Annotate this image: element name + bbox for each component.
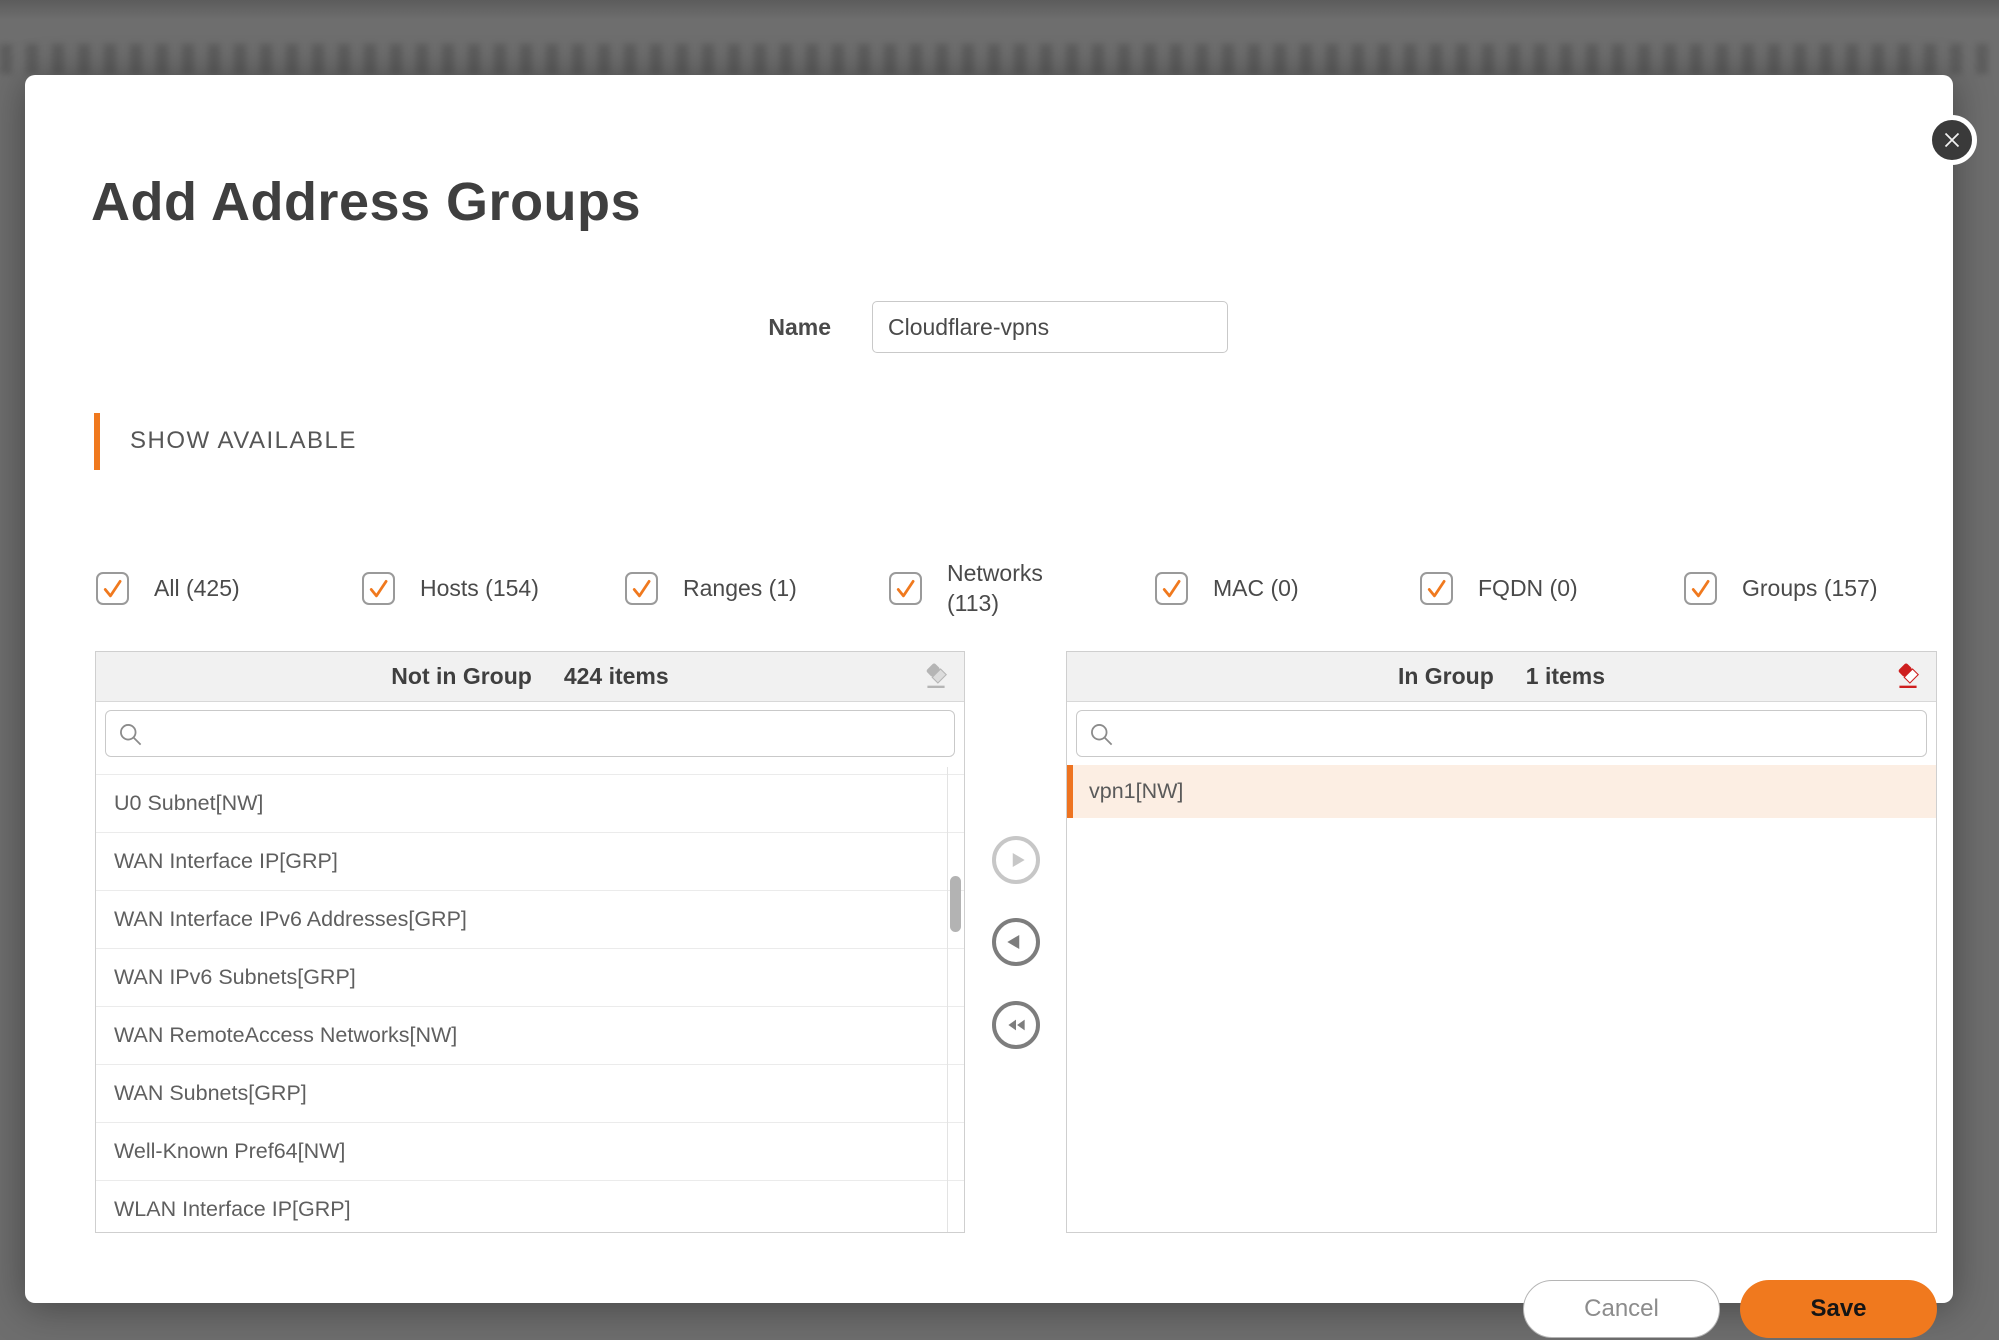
in-group-count: 1 items — [1526, 663, 1605, 690]
clear-left-list-button[interactable] — [920, 661, 952, 693]
filter-item[interactable]: MAC (0) — [1155, 553, 1299, 623]
close-button[interactable] — [1927, 115, 1977, 165]
left-search-input[interactable] — [106, 711, 954, 756]
list-item[interactable]: WAN Subnets[GRP] — [96, 1065, 964, 1123]
list-item[interactable]: WAN IPv6 Subnets[GRP] — [96, 949, 964, 1007]
list-item[interactable]: WLAN Interface IP[GRP] — [96, 1181, 964, 1233]
list-item[interactable]: WAN Interface IPv6 Addresses[GRP] — [96, 891, 964, 949]
arrow-left-icon — [1003, 929, 1029, 955]
right-search-input[interactable] — [1077, 711, 1926, 756]
in-group-panel: In Group 1 items — [1066, 651, 1937, 1233]
scrollbar-track — [947, 767, 948, 1233]
checkmark-icon — [1157, 573, 1186, 603]
checkbox[interactable] — [1684, 572, 1717, 605]
cancel-button[interactable]: Cancel — [1523, 1280, 1720, 1338]
section-heading: SHOW AVAILABLE — [130, 427, 357, 455]
not-in-group-panel: Not in Group 424 items — [95, 651, 965, 1233]
checkmark-icon — [1686, 573, 1715, 603]
checkbox[interactable] — [96, 572, 129, 605]
filter-label: MAC (0) — [1213, 573, 1299, 603]
not-in-group-header: Not in Group 424 items — [96, 652, 964, 702]
page-title: Add Address Groups — [91, 171, 641, 233]
filter-label: Networks (113) — [947, 558, 1069, 618]
double-arrow-left-icon — [1003, 1012, 1029, 1038]
filter-item[interactable]: All (425) — [96, 553, 240, 623]
filter-label: Groups (157) — [1742, 573, 1878, 603]
in-group-list: vpn1[NW] — [1067, 765, 1936, 818]
section-accent-bar — [94, 413, 100, 470]
list-item-selected[interactable]: vpn1[NW] — [1067, 765, 1936, 818]
filter-label: All (425) — [154, 573, 240, 603]
right-search-box — [1076, 710, 1927, 757]
dimmed-background-content — [0, 44, 1999, 74]
checkbox[interactable] — [625, 572, 658, 605]
checkbox[interactable] — [889, 572, 922, 605]
checkmark-icon — [364, 573, 393, 603]
list-item[interactable]: U0 Subnet[NW] — [96, 775, 964, 833]
arrow-right-icon — [1003, 847, 1029, 873]
in-group-title: In Group — [1398, 663, 1494, 690]
move-left-button[interactable] — [992, 918, 1040, 966]
search-icon — [1088, 721, 1115, 748]
eraser-icon — [1893, 661, 1923, 691]
filter-item[interactable]: FQDN (0) — [1420, 553, 1578, 623]
filter-item[interactable]: Networks (113) — [889, 553, 1069, 623]
not-in-group-count: 424 items — [564, 663, 669, 690]
not-in-group-title: Not in Group — [391, 663, 532, 690]
filter-item[interactable]: Groups (157) — [1684, 553, 1878, 623]
scrollbar-thumb[interactable] — [950, 876, 961, 932]
add-address-groups-modal: Add Address Groups Name SHOW AVAILABLE A… — [25, 75, 1953, 1303]
checkbox[interactable] — [362, 572, 395, 605]
eraser-icon — [921, 661, 951, 691]
left-search-box — [105, 710, 955, 757]
filter-item[interactable]: Ranges (1) — [625, 553, 797, 623]
list-item[interactable]: Well-Known Pref64[NW] — [96, 1123, 964, 1181]
partial-row — [96, 765, 964, 775]
checkmark-icon — [1422, 573, 1451, 603]
checkmark-icon — [891, 573, 920, 603]
clear-right-list-button[interactable] — [1892, 661, 1924, 693]
list-item[interactable]: WAN RemoteAccess Networks[NW] — [96, 1007, 964, 1065]
filter-item[interactable]: Hosts (154) — [362, 553, 539, 623]
filter-label: FQDN (0) — [1478, 573, 1578, 603]
filter-label: Ranges (1) — [683, 573, 797, 603]
checkbox[interactable] — [1155, 572, 1188, 605]
save-button[interactable]: Save — [1740, 1280, 1937, 1338]
search-icon — [117, 721, 144, 748]
checkmark-icon — [627, 573, 656, 603]
move-all-left-button[interactable] — [992, 1001, 1040, 1049]
name-label: Name — [665, 301, 831, 353]
name-input[interactable] — [872, 301, 1228, 353]
dimmed-overlay: Add Address Groups Name SHOW AVAILABLE A… — [0, 0, 1999, 1340]
close-icon — [1939, 127, 1965, 153]
in-group-header: In Group 1 items — [1067, 652, 1936, 702]
checkmark-icon — [98, 573, 127, 603]
checkbox[interactable] — [1420, 572, 1453, 605]
list-item[interactable]: WAN Interface IP[GRP] — [96, 833, 964, 891]
not-in-group-list: U0 Subnet[NW]WAN Interface IP[GRP]WAN In… — [96, 765, 964, 1233]
filter-label: Hosts (154) — [420, 573, 539, 603]
move-right-button[interactable] — [992, 836, 1040, 884]
